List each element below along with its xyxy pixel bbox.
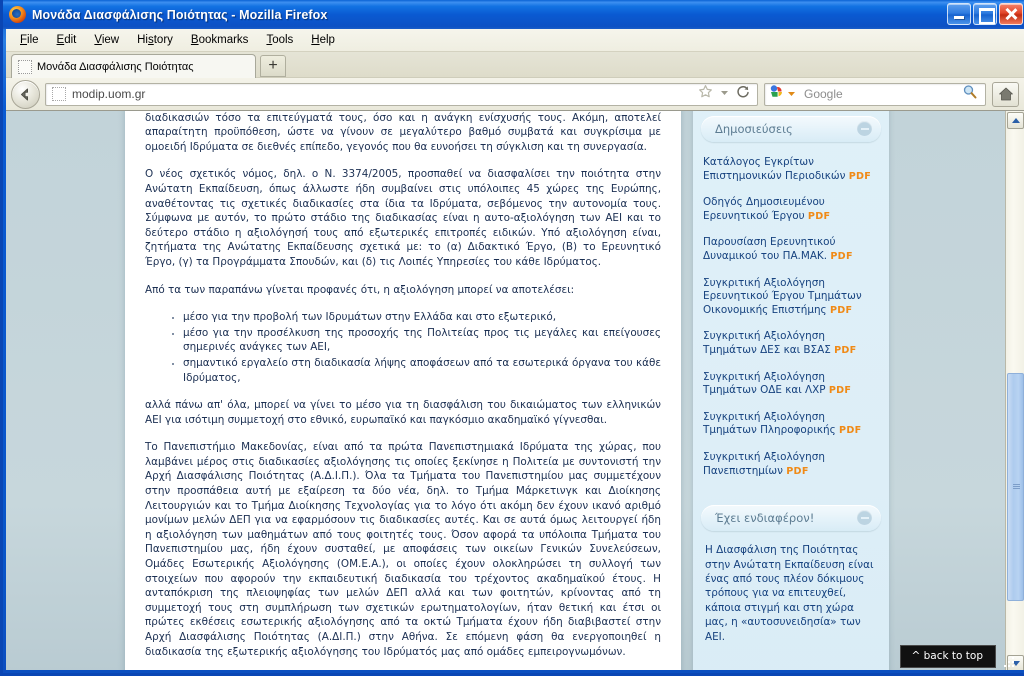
sidebar-section-header-interesting[interactable]: Έχει ενδιαφέρον! — [701, 505, 881, 532]
maximize-button[interactable] — [973, 3, 997, 25]
paragraph: Από τα των παραπάνω γίνεται προφανές ότι… — [145, 283, 575, 296]
pdf-badge: PDF — [839, 425, 862, 437]
menu-tools[interactable]: Tools — [257, 32, 302, 48]
bookmark-star-icon[interactable] — [698, 84, 713, 104]
pdf-badge: PDF — [786, 465, 809, 477]
sidebar-section-header-publications[interactable]: Δημοσιεύσεις — [701, 116, 881, 142]
title-bar: Μονάδα Διασφάλισης Ποιότητας - Mozilla F… — [3, 0, 1024, 29]
back-arrow-icon — [21, 88, 28, 100]
publication-link[interactable]: Συγκριτική Αξιολόγηση Τμημάτων ΟΔΕ και Λ… — [703, 371, 879, 398]
home-button[interactable] — [992, 81, 1019, 107]
publication-link[interactable]: Συγκριτική Αξιολόγηση Τμημάτων Πληροφορι… — [703, 411, 879, 438]
collapse-icon[interactable] — [857, 121, 872, 136]
menu-history[interactable]: History — [128, 32, 182, 48]
page-background: είναι ο πλέον ίσως δόκιμος τρόπος για να… — [6, 111, 1005, 673]
search-input[interactable]: Google — [804, 87, 959, 101]
browser-tab[interactable]: Μονάδα Διασφάλισης Ποιότητας — [11, 54, 256, 78]
publication-link[interactable]: Συγκριτική Αξιολόγηση Τμημάτων ΔΕΣ και Β… — [703, 330, 879, 357]
list-item: μέσο για την προσέλκυση της προσοχής της… — [183, 326, 661, 355]
publication-link[interactable]: Συγκριτική Αξιολόγηση Ερευνητικού Έργου … — [703, 277, 879, 318]
site-favicon-icon — [52, 87, 66, 101]
browser-chrome: File Edit View History Bookmarks Tools H… — [6, 29, 1024, 111]
publication-link[interactable]: Κατάλογος Εγκρίτων Επιστημονικών Περιοδι… — [703, 156, 879, 183]
scrollbar-thumb[interactable] — [1007, 373, 1024, 601]
publication-link[interactable]: Παρουσίαση Ερευνητικού Δυναμικού του ΠΑ.… — [703, 236, 879, 263]
link-text: Συγκριτική Αξιολόγηση Τμημάτων Πληροφορι… — [703, 410, 840, 437]
interesting-body: Η Διασφάλιση της Ποιότητας στην Ανώτατη … — [705, 544, 874, 643]
publications-heading: Δημοσιεύσεις — [715, 122, 793, 136]
resize-grip[interactable] — [1002, 654, 1018, 670]
publications-link-list: Κατάλογος Εγκρίτων Επιστημονικών Περιοδι… — [693, 142, 889, 478]
firefox-logo-icon — [9, 6, 26, 23]
publication-link[interactable]: Συγκριτική Αξιολόγηση Πανεπιστημίων PDF — [703, 451, 879, 478]
menu-file[interactable]: File — [11, 32, 48, 48]
google-logo-icon[interactable] — [769, 84, 784, 104]
paragraph: είναι ο πλέον ίσως δόκιμος τρόπος για να… — [145, 111, 661, 153]
link-text: Συγκριτική Αξιολόγηση Τμημάτων ΔΕΣ και Β… — [703, 330, 835, 356]
close-button[interactable] — [999, 3, 1023, 25]
collapse-icon[interactable] — [857, 510, 872, 526]
publication-link[interactable]: Οδηγός Δημοσιευμένου Ερευνητικού Έργου P… — [703, 196, 879, 223]
minimize-button[interactable] — [947, 3, 971, 25]
paragraph: Το Πανεπιστήμιο Μακεδονίας, είναι από τα… — [145, 441, 661, 658]
reload-icon[interactable] — [736, 85, 750, 104]
paragraph: αλλά πάνω απ' όλα, μπορεί να γίνει το μέ… — [145, 399, 661, 426]
interesting-heading: Έχει ενδιαφέρον! — [715, 511, 815, 526]
window-controls — [947, 3, 1023, 25]
menu-bookmarks[interactable]: Bookmarks — [182, 32, 258, 48]
list-item: μέσο για την προβολή των Ιδρυμάτων στην … — [183, 310, 661, 325]
pdf-badge: PDF — [830, 250, 853, 262]
link-text: Κατάλογος Εγκρίτων Επιστημονικών Περιοδι… — [703, 156, 849, 182]
main-content-card: είναι ο πλέον ίσως δόκιμος τρόπος για να… — [125, 111, 681, 673]
link-text: Παρουσίαση Ερευνητικού Δυναμικού του ΠΑ.… — [703, 236, 836, 262]
menu-view[interactable]: View — [85, 32, 128, 48]
caret-up-icon — [1011, 118, 1020, 123]
menu-bar: File Edit View History Bookmarks Tools H… — [6, 29, 1024, 51]
window-title: Μονάδα Διασφάλισης Ποιότητας - Mozilla F… — [32, 7, 328, 22]
window-bottom-edge — [6, 670, 1024, 673]
pdf-badge: PDF — [829, 304, 853, 316]
menu-help[interactable]: Help — [302, 32, 344, 48]
menu-edit[interactable]: Edit — [48, 32, 86, 48]
address-bar[interactable]: modip.uom.gr — [45, 82, 758, 106]
tab-strip: Μονάδα Διασφάλισης Ποιότητας + — [6, 51, 1024, 78]
new-tab-button[interactable]: + — [260, 55, 286, 77]
url-text: modip.uom.gr — [72, 87, 146, 101]
vertical-scrollbar[interactable] — [1005, 111, 1024, 673]
navigation-toolbar: modip.uom.gr Google — [6, 77, 1024, 110]
link-text: Συγκριτική Αξιολόγηση Τμημάτων ΟΔΕ και Λ… — [703, 370, 829, 397]
tab-favicon-icon — [18, 59, 32, 74]
scroll-up-button[interactable] — [1007, 112, 1024, 129]
search-bar[interactable]: Google — [764, 82, 986, 106]
search-icon[interactable] — [962, 84, 978, 105]
home-icon — [998, 87, 1013, 101]
pdf-badge: PDF — [828, 385, 852, 397]
sidebar-card: Δημοσιεύσεις Κατάλογος Εγκρίτων Επιστημο… — [693, 111, 889, 673]
search-engine-caret-icon[interactable] — [787, 85, 796, 103]
paragraph: Ο νέος σχετικός νόμος, δηλ. ο Ν. 3374/20… — [145, 168, 661, 268]
chevron-down-icon[interactable] — [719, 85, 730, 103]
link-text: Οδηγός Δημοσιευμένου Ερευνητικού Έργου — [703, 196, 825, 222]
tab-title: Μονάδα Διασφάλισης Ποιότητας — [37, 60, 194, 73]
pdf-badge: PDF — [834, 344, 857, 356]
article-body: είναι ο πλέον ίσως δόκιμος τρόπος για να… — [137, 111, 669, 659]
back-button[interactable] — [11, 79, 40, 109]
evaluation-list: μέσο για την προβολή των Ιδρυμάτων στην … — [145, 310, 661, 385]
pdf-badge: PDF — [848, 170, 872, 182]
back-to-top-button[interactable]: ^ back to top — [900, 645, 996, 668]
pdf-badge: PDF — [807, 210, 831, 222]
browser-window: Μονάδα Διασφάλισης Ποιότητας - Mozilla F… — [0, 0, 1024, 676]
page-viewport: είναι ο πλέον ίσως δόκιμος τρόπος για να… — [6, 111, 1024, 673]
list-item: σημαντικό εργαλείο στη διαδικασία λήψης … — [183, 356, 661, 385]
